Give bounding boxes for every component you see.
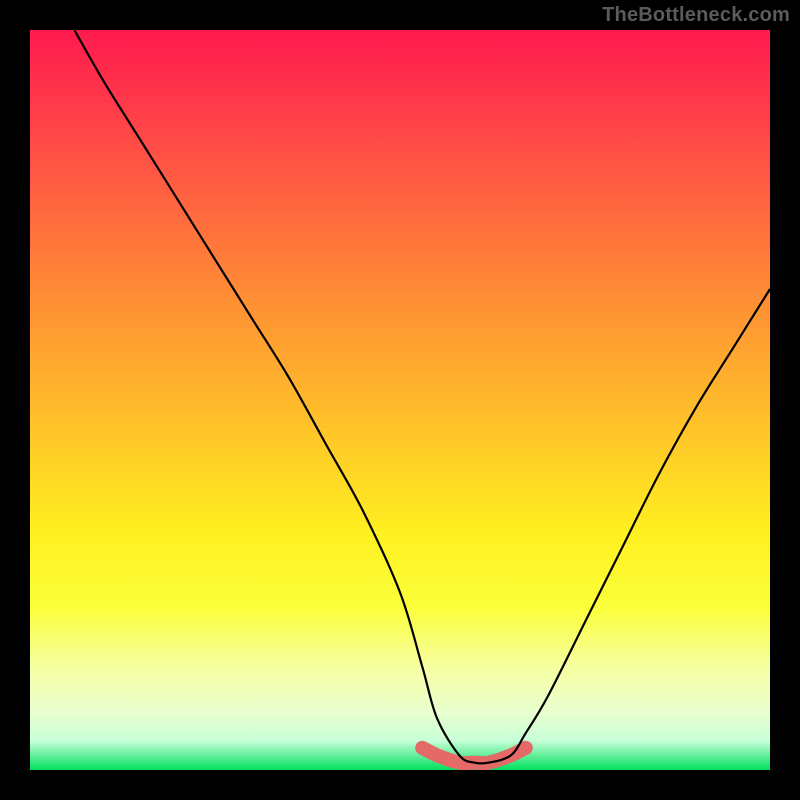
plot-area [30, 30, 770, 770]
bottleneck-curve-line [74, 30, 770, 764]
watermark-text: TheBottleneck.com [602, 4, 790, 27]
chart-frame: TheBottleneck.com [0, 0, 800, 800]
chart-svg [30, 30, 770, 770]
